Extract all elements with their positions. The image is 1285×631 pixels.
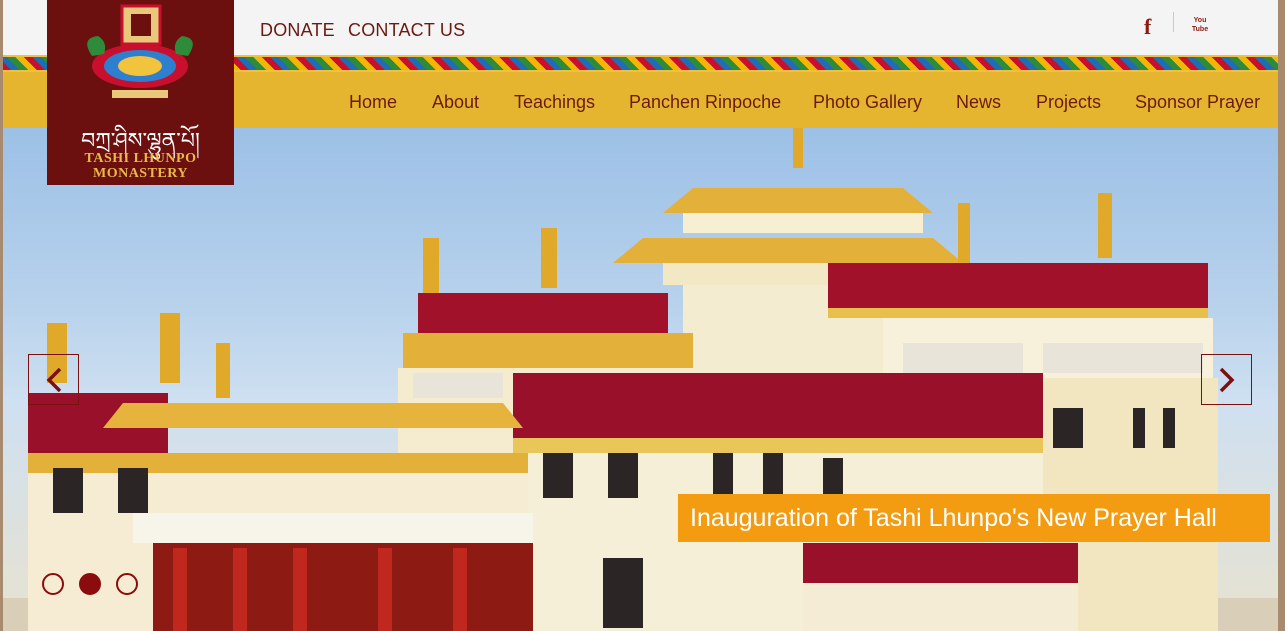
slider-dot-1[interactable] — [42, 573, 64, 595]
nav-item-about[interactable]: About — [432, 92, 479, 113]
slider-dot-3[interactable] — [116, 573, 138, 595]
slide-caption[interactable]: Inauguration of Tashi Lhunpo's New Praye… — [678, 494, 1270, 542]
youtube-icon-label: You Tube — [1191, 17, 1209, 33]
page: DONATE CONTACT US f You Tube Home About … — [3, 0, 1278, 631]
social-divider — [1173, 12, 1174, 32]
nav-item-home[interactable]: Home — [349, 92, 397, 113]
nav-item-teachings[interactable]: Teachings — [514, 92, 595, 113]
nav-item-photo-gallery[interactable]: Photo Gallery — [813, 92, 922, 113]
site-logo[interactable]: བཀྲ་ཤིས་ལྷུན་པོ། TASHI LHUNPO MONASTERY — [47, 0, 234, 185]
nav-item-sponsor-prayer[interactable]: Sponsor Prayer — [1135, 92, 1260, 113]
monastery-emblem-icon — [87, 4, 193, 98]
nav-item-news[interactable]: News — [956, 92, 1001, 113]
youtube-icon[interactable]: You Tube — [1189, 16, 1211, 34]
monastery-photo — [3, 128, 1278, 631]
logo-line-2: MONASTERY — [92, 166, 188, 181]
facebook-icon[interactable]: f — [1144, 14, 1151, 40]
chevron-right-icon — [1219, 367, 1234, 392]
chevron-left-icon — [46, 367, 61, 392]
contact-us-link[interactable]: CONTACT US — [348, 20, 465, 41]
hero-slider: Inauguration of Tashi Lhunpo's New Praye… — [3, 128, 1278, 631]
slider-dot-2-active[interactable] — [79, 573, 101, 595]
slider-prev-button[interactable] — [28, 354, 79, 405]
donate-link[interactable]: DONATE — [260, 20, 335, 41]
nav-item-projects[interactable]: Projects — [1036, 92, 1101, 113]
slider-next-button[interactable] — [1201, 354, 1252, 405]
logo-line-1: TASHI LHUNPO — [84, 151, 197, 166]
nav-item-panchen-rinpoche[interactable]: Panchen Rinpoche — [629, 92, 781, 113]
